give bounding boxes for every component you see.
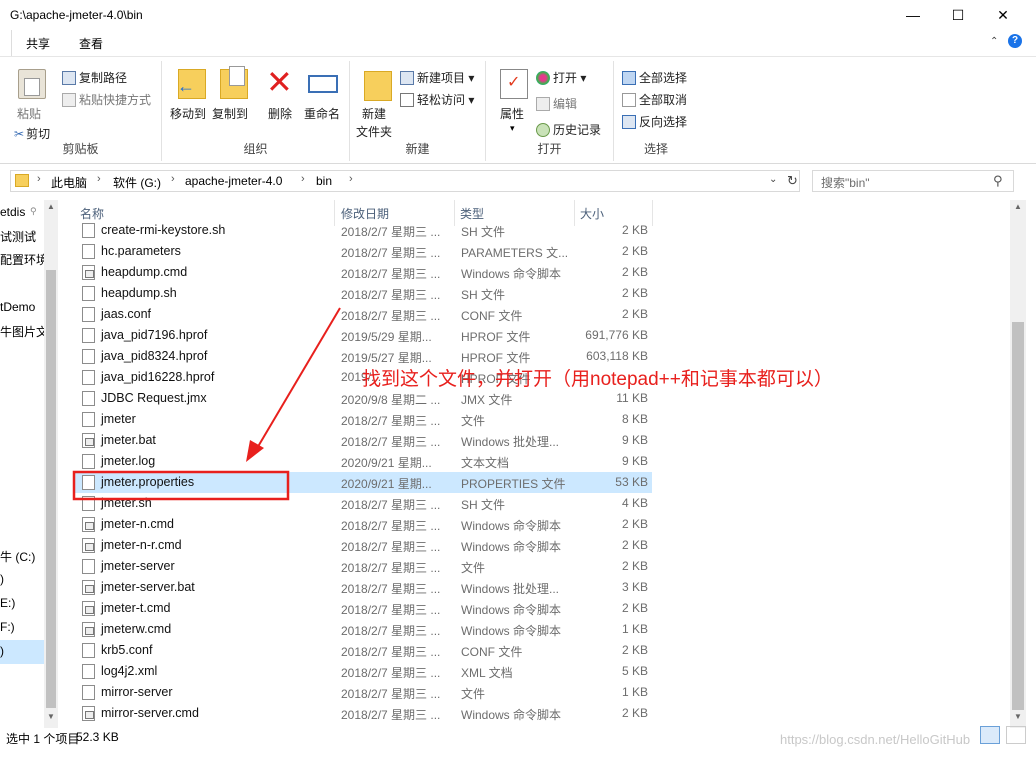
details-view-icon[interactable] — [980, 726, 1000, 744]
large-icons-view-icon[interactable] — [1006, 726, 1026, 744]
file-list-scrollbar[interactable]: ▲ ▼ — [1010, 200, 1026, 728]
scroll-down-icon[interactable]: ▼ — [1014, 712, 1022, 721]
annotation-text: 找到这个文件，并打开（用notepad++和记事本都可以） — [362, 369, 833, 390]
file-list-scroll-thumb[interactable] — [1012, 322, 1024, 710]
status-selection: 选中 1 个项目 — [6, 732, 80, 746]
watermark: https://blog.csdn.net/HelloGitHub — [780, 732, 971, 747]
status-bar: 选中 1 个项目 52.3 KB https://blog.csdn.net/H… — [0, 726, 1036, 750]
annotation-arrowhead — [246, 440, 264, 462]
annotation-arrow-line — [255, 307, 341, 451]
scroll-up-icon[interactable]: ▲ — [1014, 202, 1022, 211]
status-size: 52.3 KB — [76, 730, 119, 744]
highlight-box — [72, 470, 290, 501]
